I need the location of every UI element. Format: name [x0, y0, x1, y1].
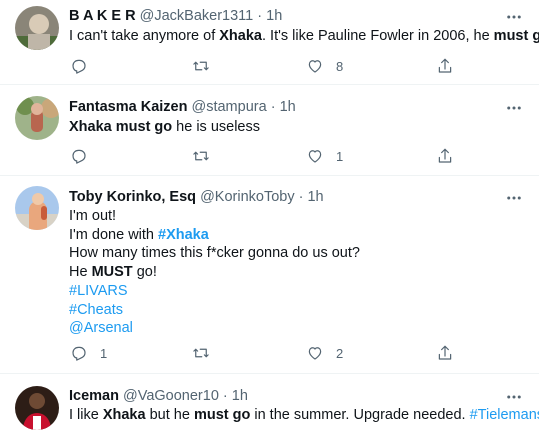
- user-handle[interactable]: @VaGooner10: [123, 388, 219, 404]
- like-icon: [308, 150, 322, 163]
- like-count: 8: [336, 58, 344, 74]
- tweet-text: Xhaka must go he is useless: [69, 118, 260, 137]
- reply-icon: [72, 59, 86, 74]
- separator-dot: ·: [270, 99, 276, 115]
- hashtag-link[interactable]: #Cheats: [69, 302, 123, 318]
- share-icon: [438, 345, 452, 360]
- tweet[interactable]: Toby Korinko, Esq @KorinkoToby · 1h I'm …: [0, 176, 539, 374]
- like-button[interactable]: 8: [306, 55, 343, 77]
- display-name[interactable]: Toby Korinko, Esq: [69, 189, 196, 205]
- retweet-icon: [193, 348, 209, 358]
- timestamp[interactable]: 1h: [232, 388, 248, 404]
- text-segment: How many times this f*cker gonna do us o…: [69, 245, 360, 262]
- timestamp[interactable]: 1h: [307, 189, 323, 205]
- more-options-icon[interactable]: [505, 8, 523, 26]
- reply-button[interactable]: [70, 145, 100, 167]
- retweet-button[interactable]: [192, 55, 222, 77]
- tweet-actions: 1: [60, 145, 480, 167]
- share-icon: [438, 148, 452, 163]
- tweet-text-line: I'm out!: [69, 207, 360, 226]
- bold-text: Xhaka must go: [69, 119, 173, 135]
- tweet-text-line: #Cheats: [69, 301, 360, 320]
- avatar[interactable]: [15, 186, 59, 230]
- hashtag-link[interactable]: #Xhaka: [158, 227, 209, 243]
- text-segment: go!: [132, 264, 157, 281]
- avatar[interactable]: [15, 96, 59, 140]
- text-segment: . It's like Pauline Fowler in 2006, he: [262, 28, 494, 44]
- tweet-actions: 8: [60, 55, 480, 77]
- retweet-icon: [193, 61, 209, 71]
- bold-text: Xhaka: [102, 407, 146, 423]
- bold-text: must go: [193, 407, 251, 423]
- reply-button[interactable]: [70, 55, 100, 77]
- bold-text: Xhaka: [219, 28, 262, 44]
- tweet-text: I'm out! I'm done with #Xhaka How many tim…: [69, 207, 360, 338]
- bold-text: must go: [493, 28, 539, 44]
- like-icon: [308, 60, 322, 73]
- tweet-text: I like Xhaka but he must go in the summe…: [69, 406, 539, 425]
- avatar[interactable]: [15, 386, 59, 430]
- retweet-button[interactable]: [192, 342, 222, 364]
- share-icon: [438, 58, 452, 73]
- like-button[interactable]: 2: [306, 342, 343, 364]
- text-segment: in the summer. Upgrade needed.: [250, 407, 470, 423]
- tweet-text-line: How many times this f*cker gonna do us o…: [69, 244, 360, 263]
- timestamp[interactable]: 1h: [280, 99, 296, 115]
- like-count: 1: [336, 148, 344, 164]
- tweet-text-line: I can't take anymore of Xhaka. It's like…: [69, 27, 539, 46]
- tweet[interactable]: Iceman @VaGooner10 · 1h I like Xhaka but…: [0, 374, 539, 438]
- tweet-text-line: Xhaka must go he is useless: [69, 118, 260, 137]
- separator-dot: ·: [222, 388, 228, 404]
- user-handle[interactable]: @KorinkoToby: [200, 189, 295, 205]
- hashtag-link[interactable]: #Tielemans: [470, 407, 539, 423]
- like-count: 2: [336, 345, 344, 361]
- more-options-icon[interactable]: [505, 189, 523, 207]
- tweet-text-line: I like Xhaka but he must go in the summe…: [69, 406, 539, 425]
- reply-icon: [72, 346, 86, 361]
- tweet-header: Iceman @VaGooner10 · 1h: [69, 387, 248, 405]
- text-segment: he is useless: [172, 119, 260, 135]
- reply-button[interactable]: 1: [70, 342, 107, 364]
- tweet[interactable]: Fantasma Kaizen @stampura · 1h Xhaka mus…: [0, 85, 539, 176]
- timestamp[interactable]: 1h: [266, 8, 282, 24]
- user-handle[interactable]: @stampura: [192, 99, 267, 115]
- tweet-text: I can't take anymore of Xhaka. It's like…: [69, 27, 539, 46]
- display-name[interactable]: B A K E R: [69, 8, 136, 24]
- like-button[interactable]: 1: [306, 145, 343, 167]
- tweet[interactable]: B A K E R @JackBaker1311 · 1h I can't ta…: [0, 0, 539, 85]
- tweet-header: Toby Korinko, Esq @KorinkoToby · 1h: [69, 188, 324, 206]
- separator-dot: ·: [298, 189, 304, 205]
- tweet-text-line: He MUST go!: [69, 263, 360, 282]
- more-options-icon[interactable]: [505, 388, 523, 406]
- like-icon: [308, 347, 322, 360]
- share-button[interactable]: [436, 55, 454, 77]
- tweet-actions: 1 2: [60, 342, 480, 364]
- text-segment: but he: [145, 407, 194, 423]
- text-segment: I'm out!: [69, 208, 117, 224]
- share-button[interactable]: [436, 145, 454, 167]
- mention-link[interactable]: @Arsenal: [69, 320, 133, 336]
- tweet-text-line: #LIVARS: [69, 282, 360, 301]
- tweet-text-line: @Arsenal: [69, 319, 360, 338]
- separator-dot: ·: [257, 8, 263, 24]
- display-name[interactable]: Iceman: [69, 388, 119, 404]
- tweet-text-line: I'm done with #Xhaka: [69, 226, 360, 245]
- text-segment: I like: [69, 407, 103, 423]
- tweet-header: B A K E R @JackBaker1311 · 1h: [69, 7, 282, 25]
- more-options-icon[interactable]: [505, 99, 523, 117]
- reply-icon: [72, 149, 86, 164]
- bold-text: MUST: [91, 264, 133, 281]
- text-segment: I'm done with: [69, 226, 159, 243]
- hashtag-link[interactable]: #LIVARS: [69, 283, 128, 299]
- retweet-button[interactable]: [192, 145, 222, 167]
- share-button[interactable]: [436, 342, 454, 364]
- display-name[interactable]: Fantasma Kaizen: [69, 99, 187, 115]
- tweet-header: Fantasma Kaizen @stampura · 1h: [69, 98, 296, 116]
- text-segment: He: [69, 264, 92, 281]
- reply-count: 1: [100, 345, 108, 361]
- text-segment: I can't take anymore of: [69, 28, 220, 44]
- retweet-icon: [193, 151, 209, 161]
- avatar[interactable]: [15, 6, 59, 50]
- user-handle[interactable]: @JackBaker1311: [140, 8, 254, 24]
